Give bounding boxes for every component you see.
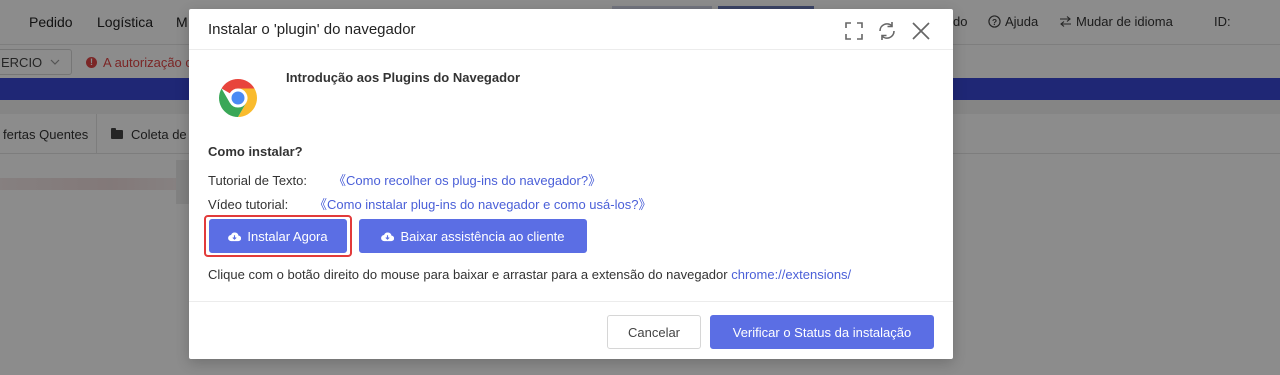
download-client-assistant-label: Baixar assistência ao cliente bbox=[400, 228, 565, 244]
install-now-button[interactable]: Instalar Agora bbox=[209, 219, 347, 253]
cancel-label: Cancelar bbox=[627, 324, 681, 340]
dialog-footer: Cancelar Verificar o Status da instalaçã… bbox=[189, 301, 953, 359]
text-tutorial-label: Tutorial de Texto: bbox=[208, 173, 307, 188]
cloud-download-icon bbox=[381, 232, 395, 241]
dialog-header: Instalar o 'plugin' do navegador bbox=[189, 9, 953, 50]
chrome-extensions-link[interactable]: chrome://extensions/ bbox=[731, 267, 851, 282]
verify-install-status-button[interactable]: Verificar o Status da instalação bbox=[710, 315, 934, 349]
intro-title: Introdução aos Plugins do Navegador bbox=[286, 70, 521, 85]
chrome-logo bbox=[219, 79, 257, 117]
close-icon[interactable] bbox=[910, 20, 932, 42]
video-tutorial-label: Vídeo tutorial: bbox=[208, 197, 289, 212]
cancel-button[interactable]: Cancelar bbox=[607, 315, 701, 349]
how-to-heading: Como instalar? bbox=[208, 144, 303, 159]
video-tutorial-link[interactable]: 《Como instalar plug-ins do navegador e c… bbox=[314, 197, 651, 212]
refresh-icon[interactable] bbox=[876, 20, 898, 42]
install-note: Clique com o botão direito do mouse para… bbox=[208, 267, 851, 282]
dialog-body: Introdução aos Plugins do Navegador Como… bbox=[189, 51, 953, 301]
verify-install-status-label: Verificar o Status da instalação bbox=[732, 324, 912, 340]
fullscreen-icon[interactable] bbox=[843, 20, 865, 42]
install-note-text: Clique com o botão direito do mouse para… bbox=[208, 267, 732, 282]
download-client-assistant-button[interactable]: Baixar assistência ao cliente bbox=[359, 219, 587, 253]
text-tutorial-link[interactable]: 《Como recolher os plug-ins do navegador?… bbox=[333, 173, 601, 188]
text-tutorial-row: Tutorial de Texto: 《Como recolher os plug… bbox=[208, 170, 601, 189]
dialog-title: Instalar o 'plugin' do navegador bbox=[208, 21, 416, 38]
install-now-label: Instalar Agora bbox=[247, 228, 328, 244]
video-tutorial-row: Vídeo tutorial: 《Como instalar plug-ins d… bbox=[208, 194, 651, 213]
install-plugin-dialog: Instalar o 'plugin' do navegador Introdu… bbox=[189, 9, 953, 359]
cloud-download-icon bbox=[228, 232, 242, 241]
